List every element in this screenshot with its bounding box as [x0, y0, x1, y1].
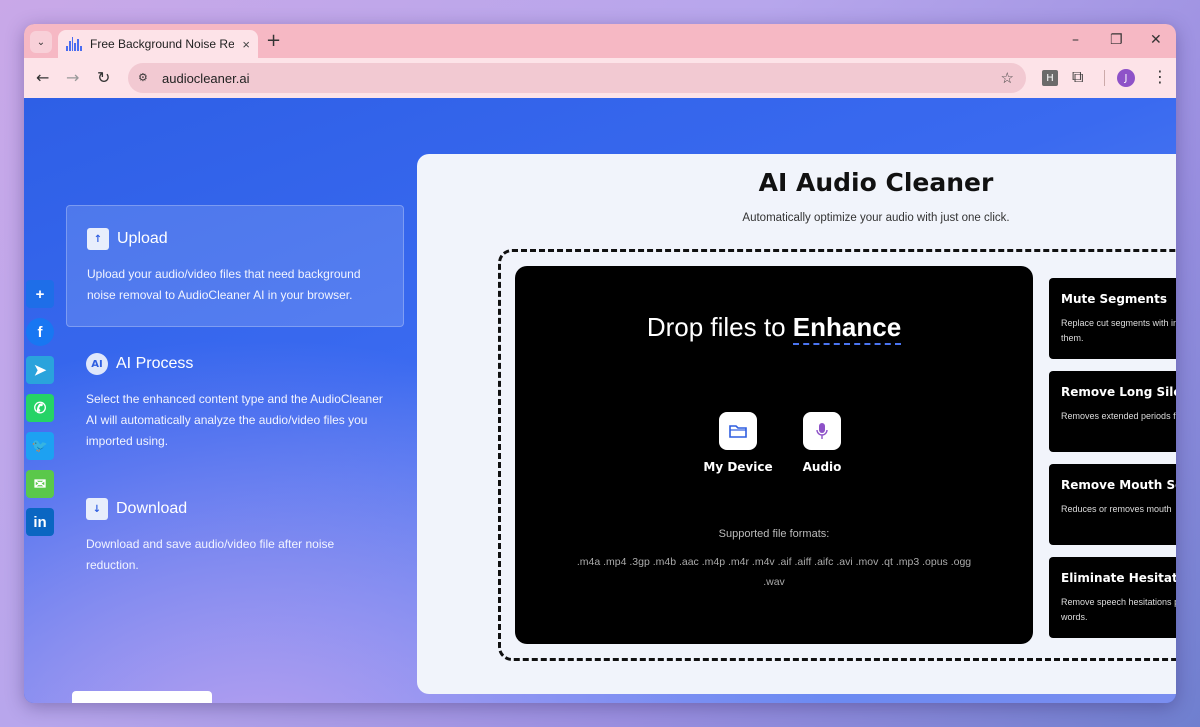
- whatsapp-icon[interactable]: ✆: [26, 394, 54, 422]
- folder-icon: [719, 412, 757, 450]
- option-eliminate-hesitation[interactable]: Eliminate Hesitati Remove speech hesitat…: [1049, 557, 1176, 638]
- wechat-icon[interactable]: ✉: [26, 470, 54, 498]
- page-title: AI Audio Cleaner: [758, 168, 994, 197]
- microphone-icon: [803, 412, 841, 450]
- file-dropzone[interactable]: Drop files to Enhance My Device Audio Su…: [515, 266, 1033, 644]
- linkedin-icon[interactable]: in: [26, 508, 54, 536]
- enhance-options: Mute Segments Replace cut segments with …: [1049, 278, 1176, 650]
- close-window-button[interactable]: ✕: [1150, 32, 1162, 48]
- option-description: Replace cut segments with instead of rem…: [1061, 318, 1176, 343]
- address-bar[interactable]: ⚙ audiocleaner.ai ☆: [128, 63, 1026, 93]
- maximize-button[interactable]: ❐: [1110, 32, 1123, 48]
- url-text: audiocleaner.ai: [162, 70, 250, 86]
- step-upload[interactable]: ↑ Upload Upload your audio/video files t…: [66, 205, 404, 327]
- step-title: Upload: [117, 230, 168, 247]
- minimize-button[interactable]: –: [1072, 32, 1079, 48]
- twitter-icon[interactable]: 🐦: [26, 432, 54, 460]
- formats-line: .m4a .mp4 .3gp .m4b .aac .m4p .m4r .m4v …: [576, 556, 972, 568]
- bottom-widget: [72, 691, 212, 703]
- step-download[interactable]: ↓ Download Download and save audio/video…: [66, 476, 404, 596]
- step-description: Upload your audio/video files that need …: [87, 267, 361, 302]
- reload-icon[interactable]: ↻: [97, 68, 110, 88]
- step-title: AI Process: [116, 355, 194, 372]
- formats-line: .wav: [763, 576, 785, 588]
- formats-list: .m4a .mp4 .3gp .m4b .aac .m4p .m4r .m4v …: [545, 552, 1003, 592]
- facebook-icon[interactable]: f: [26, 318, 54, 346]
- browser-window: ⌄ Free Background Noise Remove × + – ❐ ✕…: [24, 24, 1176, 703]
- audio-button[interactable]: Audio: [782, 412, 862, 474]
- how-it-works-steps: ↑ Upload Upload your audio/video files t…: [66, 205, 404, 600]
- back-icon[interactable]: ←: [36, 68, 49, 88]
- drop-heading-emphasis: Enhance: [792, 312, 902, 345]
- option-title: Eliminate Hesitati: [1061, 571, 1176, 585]
- toolbar-divider: [1104, 70, 1105, 86]
- more-menu-icon[interactable]: ⋮: [1152, 67, 1168, 86]
- drop-heading-prefix: Drop files to: [646, 312, 786, 342]
- waveform-icon: [66, 37, 82, 51]
- page-subtitle: Automatically optimize your audio with j…: [742, 212, 1010, 224]
- option-title: Mute Segments: [1061, 292, 1167, 306]
- option-remove-mouth-sounds[interactable]: Remove Mouth So Reduces or removes mouth: [1049, 464, 1176, 545]
- new-tab-button[interactable]: +: [266, 31, 281, 51]
- option-description: Remove speech hesitations pauses or repe…: [1061, 597, 1176, 622]
- tab-search-button[interactable]: ⌄: [30, 31, 52, 53]
- my-device-label: My Device: [703, 460, 773, 474]
- profile-avatar[interactable]: J: [1117, 69, 1135, 87]
- upload-icon: ↑: [87, 228, 109, 250]
- formats-title: Supported file formats:: [718, 528, 830, 540]
- chevron-down-icon: ⌄: [36, 36, 46, 48]
- tab-strip: ⌄ Free Background Noise Remove × + – ❐ ✕: [24, 24, 1176, 58]
- tab-title: Free Background Noise Remove: [90, 37, 235, 51]
- audio-label: Audio: [802, 460, 842, 474]
- tab-active[interactable]: Free Background Noise Remove ×: [58, 30, 258, 58]
- share-sidebar: + f ➤ ✆ 🐦 ✉ in: [26, 280, 54, 546]
- drop-heading: Drop files to Enhance: [515, 312, 1033, 345]
- option-description: Reduces or removes mouth: [1061, 504, 1172, 514]
- option-title: Remove Long Sile: [1061, 385, 1176, 399]
- step-ai-process[interactable]: AI AI Process Select the enhanced conten…: [66, 331, 404, 472]
- step-description: Select the enhanced content type and the…: [86, 392, 383, 448]
- telegram-icon[interactable]: ➤: [26, 356, 54, 384]
- option-description: Removes extended periods from the audio.: [1061, 411, 1176, 421]
- option-title: Remove Mouth So: [1061, 478, 1176, 492]
- bookmark-star-icon[interactable]: ☆: [1001, 69, 1014, 87]
- ai-head-icon: AI: [86, 353, 108, 375]
- plus-icon[interactable]: +: [26, 280, 54, 308]
- download-icon: ↓: [86, 498, 108, 520]
- my-device-button[interactable]: My Device: [698, 412, 778, 474]
- audio-cleaner-card: AI Audio Cleaner Automatically optimize …: [417, 154, 1176, 694]
- site-info-icon[interactable]: ⚙: [138, 71, 152, 85]
- step-description: Download and save audio/video file after…: [86, 537, 335, 572]
- tab-close-icon[interactable]: ×: [242, 37, 250, 52]
- step-title: Download: [116, 500, 188, 517]
- option-remove-long-silence[interactable]: Remove Long Sile Removes extended period…: [1049, 371, 1176, 452]
- forward-icon[interactable]: →: [66, 68, 79, 88]
- page-content: + f ➤ ✆ 🐦 ✉ in ↑ Upload Upload your audi…: [24, 98, 1176, 703]
- browser-toolbar: ← → ↻ ⚙ audiocleaner.ai ☆ H ⧉ J ⋮: [24, 58, 1176, 98]
- option-mute-segments[interactable]: Mute Segments Replace cut segments with …: [1049, 278, 1176, 359]
- extensions-puzzle-icon[interactable]: ⧉: [1072, 67, 1083, 87]
- extension-h-icon[interactable]: H: [1042, 70, 1058, 86]
